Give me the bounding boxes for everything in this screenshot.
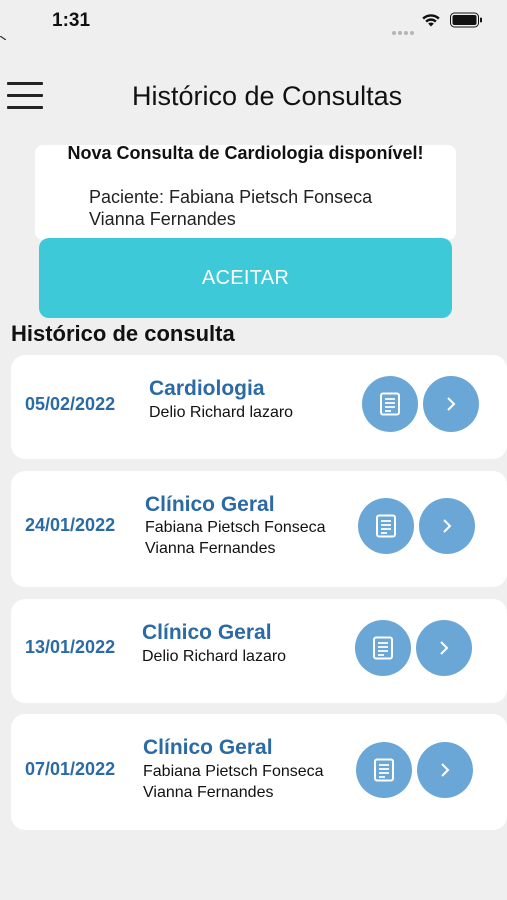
chevron-right-icon (443, 519, 452, 533)
consultation-date: 05/02/2022 (25, 394, 116, 414)
wifi-icon (422, 14, 440, 27)
status-bar: 1:31 (0, 0, 507, 44)
back-indicator-icon (0, 36, 6, 40)
consultation-specialty: Clínico Geral (142, 621, 272, 644)
status-time: 1:31 (52, 10, 91, 31)
consultation-date: 24/01/2022 (25, 515, 116, 535)
document-icon (373, 636, 393, 660)
document-icon (374, 758, 394, 782)
chevron-right-icon (441, 763, 450, 777)
accept-button[interactable]: ACEITAR (39, 238, 452, 318)
document-button[interactable] (362, 376, 418, 432)
consultation-specialty: Cardiologia (149, 377, 265, 400)
signal-icon (392, 22, 418, 35)
document-button[interactable] (356, 742, 412, 798)
details-button[interactable] (417, 742, 473, 798)
document-icon (376, 514, 396, 538)
consultation-card[interactable]: 05/02/2022 Cardiologia Delio Richard laz… (11, 355, 507, 459)
hamburger-menu-icon[interactable] (7, 82, 43, 110)
consultation-doctor: Delio Richard lazaro (142, 648, 287, 665)
consultation-card[interactable]: 13/01/2022 Clínico Geral Delio Richard l… (11, 599, 507, 703)
consultation-doctor: Delio Richard lazaro (149, 404, 294, 421)
chevron-right-icon (440, 641, 449, 655)
new-consultation-card: Nova Consulta de Cardiologia disponível!… (35, 143, 456, 240)
consultation-card[interactable]: 07/01/2022 Clínico Geral Fabiana Pietsch… (11, 714, 507, 830)
document-icon (380, 392, 400, 416)
document-button[interactable] (358, 498, 414, 554)
history-section-title: Histórico de consulta (11, 321, 235, 346)
notification-patient: Paciente: Fabiana Pietsch Fonseca Vianna… (89, 187, 373, 229)
consultation-specialty: Clínico Geral (143, 736, 273, 759)
chevron-right-icon (447, 397, 456, 411)
consultation-date: 07/01/2022 (25, 759, 116, 779)
consultation-doctor: Fabiana Pietsch Fonseca Vianna Fernandes (143, 763, 324, 801)
document-button[interactable] (355, 620, 411, 676)
battery-icon (450, 12, 482, 28)
consultation-date: 13/01/2022 (25, 637, 116, 657)
consultation-doctor: Fabiana Pietsch Fonseca Vianna Fernandes (145, 519, 326, 557)
details-button[interactable] (423, 376, 479, 432)
notification-title: Nova Consulta de Cardiologia disponível! (67, 143, 424, 163)
app-header: Histórico de Consultas (0, 64, 507, 132)
details-button[interactable] (419, 498, 475, 554)
details-button[interactable] (416, 620, 472, 676)
page-title: Histórico de Consultas (132, 81, 403, 111)
consultation-specialty: Clínico Geral (145, 493, 275, 516)
consultation-card[interactable]: 24/01/2022 Clínico Geral Fabiana Pietsch… (11, 471, 507, 587)
